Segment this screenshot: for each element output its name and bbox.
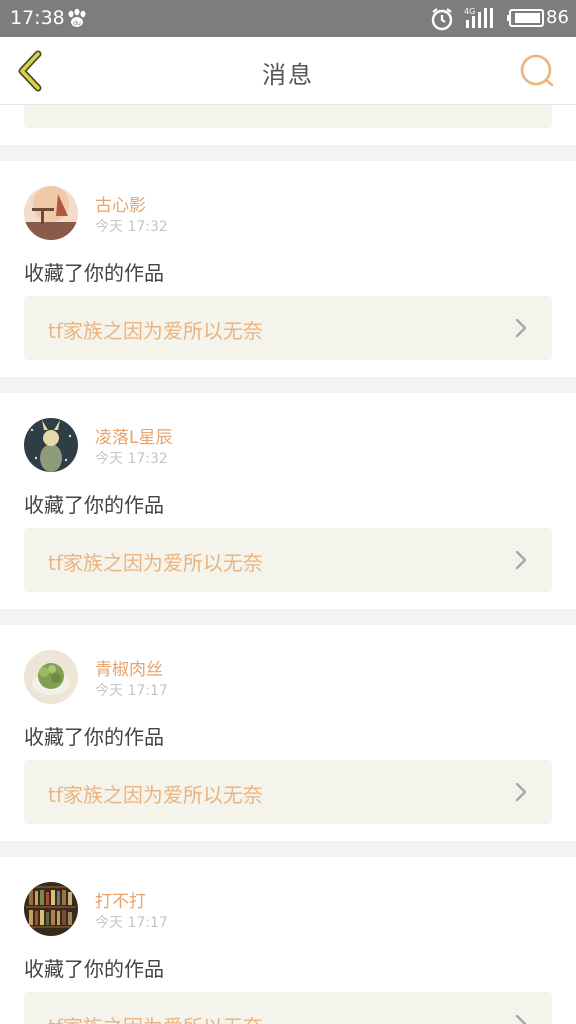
timestamp: 今天 17:17	[95, 683, 168, 699]
chevron-right-icon	[515, 318, 527, 338]
svg-text:du: du	[73, 20, 81, 27]
timestamp: 今天 17:32	[95, 451, 168, 467]
work-link[interactable]: tf家族之因为爱所以无奈	[24, 296, 552, 360]
action-text: 收藏了你的作品	[24, 957, 164, 981]
page-title: 消息	[262, 61, 314, 89]
work-link[interactable]: tf家族之因为爱所以无奈	[24, 760, 552, 824]
work-title: tf家族之因为爱所以无奈	[48, 1011, 263, 1024]
search-icon[interactable]	[518, 52, 556, 90]
list-item-partial	[0, 104, 576, 145]
user-name[interactable]: 青椒肉丝	[95, 655, 163, 680]
avatar[interactable]	[24, 186, 78, 240]
work-link-partial[interactable]	[24, 104, 552, 128]
work-title: tf家族之因为爱所以无奈	[48, 551, 263, 575]
chevron-right-icon	[515, 782, 527, 802]
action-text: 收藏了你的作品	[24, 261, 164, 285]
user-name[interactable]: 古心影	[95, 191, 146, 216]
chevron-right-icon	[515, 550, 527, 570]
action-text: 收藏了你的作品	[24, 493, 164, 517]
chevron-right-icon	[515, 1014, 527, 1024]
action-text: 收藏了你的作品	[24, 725, 164, 749]
list-item: 凌落L星辰 今天 17:32 收藏了你的作品 tf家族之因为爱所以无奈	[0, 393, 576, 609]
battery-icon	[507, 9, 544, 27]
message-list[interactable]: 古心影 今天 17:32 收藏了你的作品 tf家族之因为爱所以无奈 凌落L星辰 …	[0, 104, 576, 1024]
list-item: 打不打 今天 17:17 收藏了你的作品 tf家族之因为爱所以无奈	[0, 857, 576, 1024]
timestamp: 今天 17:32	[95, 219, 168, 235]
timestamp: 今天 17:17	[95, 915, 168, 931]
work-title: tf家族之因为爱所以无奈	[48, 319, 263, 343]
network-label: 4G	[464, 7, 475, 16]
list-item: 古心影 今天 17:32 收藏了你的作品 tf家族之因为爱所以无奈	[0, 161, 576, 377]
list-item: 青椒肉丝 今天 17:17 收藏了你的作品 tf家族之因为爱所以无奈	[0, 625, 576, 841]
status-time: 17:38	[10, 7, 65, 29]
nav-header: 消息	[0, 37, 576, 105]
paw-icon: du	[68, 8, 86, 27]
avatar[interactable]	[24, 650, 78, 704]
battery-percent: 86	[546, 7, 569, 28]
work-title: tf家族之因为爱所以无奈	[48, 783, 263, 807]
signal-icon: 4G	[464, 7, 493, 28]
alarm-icon	[431, 8, 453, 31]
avatar[interactable]	[24, 882, 78, 936]
work-link[interactable]: tf家族之因为爱所以无奈	[24, 992, 552, 1024]
user-name[interactable]: 凌落L星辰	[95, 423, 172, 448]
user-name[interactable]: 打不打	[95, 887, 146, 912]
work-link[interactable]: tf家族之因为爱所以无奈	[24, 528, 552, 592]
avatar[interactable]	[24, 418, 78, 472]
status-bar: 17:38 du 4G 86	[0, 0, 576, 37]
